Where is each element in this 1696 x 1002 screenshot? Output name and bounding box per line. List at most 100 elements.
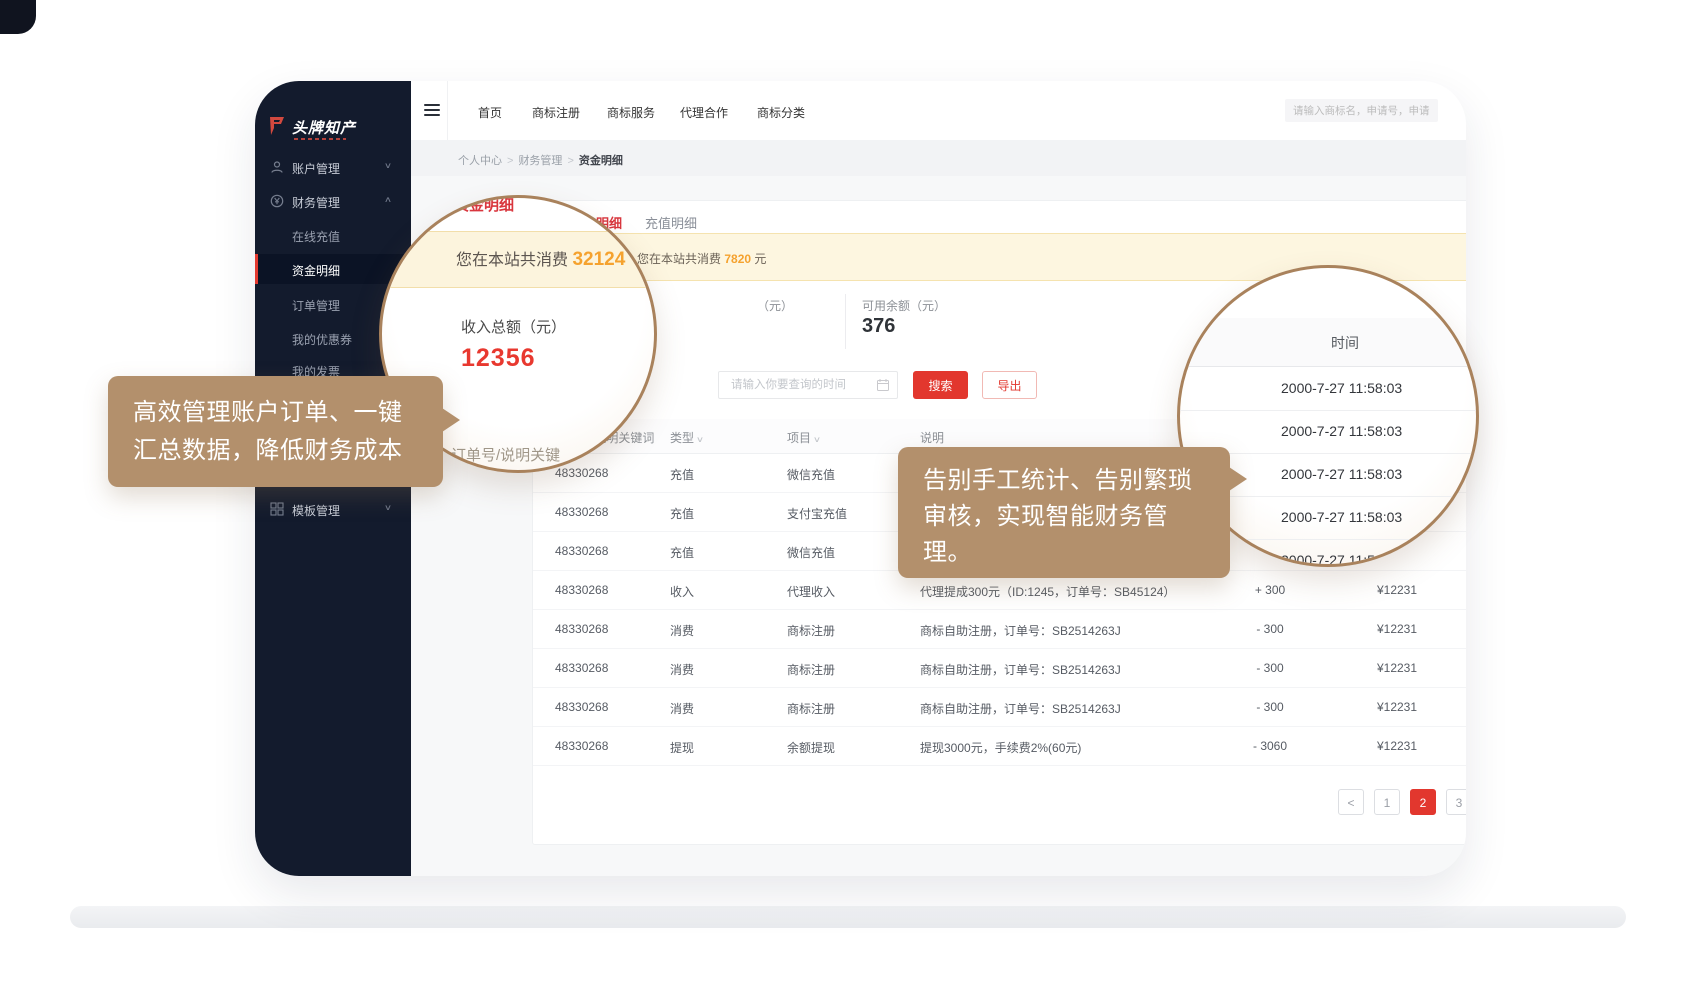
menu-icon[interactable] — [424, 104, 440, 117]
magnified-time-value: 2000-7-27 11:58:03 — [1281, 466, 1402, 482]
cell-project: 余额提现 — [787, 739, 835, 756]
callout-right-line: 审核，实现智能财务管 — [923, 496, 1168, 531]
cell-amount: - 3060 — [1230, 739, 1310, 753]
pagination-prev-button[interactable]: < — [1338, 789, 1364, 815]
row-separator — [1180, 410, 1479, 411]
magnified-time-value: 2000-7-27 11:58:03 — [1281, 423, 1402, 439]
brand-flag-icon — [268, 116, 286, 136]
col-type-header[interactable]: 类型∨ — [670, 429, 703, 446]
cell-balance: ¥12231 — [1357, 622, 1437, 636]
tab-recharge-detail[interactable]: 充值明细 — [645, 213, 697, 232]
cell-desc: 商标自助注册，订单号：SB2514263J — [920, 622, 1121, 639]
sidebar-item-模板管理[interactable]: 模板管理 ∨ — [255, 494, 411, 524]
col-project-header[interactable]: 项目∨ — [787, 429, 820, 446]
cell-order: 48330268 — [555, 544, 608, 558]
cell-order: 48330268 — [555, 583, 608, 597]
balance-value: 376 — [862, 315, 895, 338]
magnified-time-value: 2000-7-27 11:58:03 — [1281, 509, 1402, 525]
finance-icon — [270, 194, 284, 208]
nav-link-3[interactable]: 代理合作 — [680, 104, 728, 121]
cell-type: 充值 — [670, 544, 694, 561]
search-button[interactable]: 搜索 — [913, 371, 968, 399]
callout-right: 告别手工统计、告别繁琐 审核，实现智能财务管 理。 — [898, 447, 1230, 578]
cell-type: 充值 — [670, 505, 694, 522]
cell-type: 充值 — [670, 466, 694, 483]
cell-amount: - 300 — [1230, 661, 1310, 675]
callout-right-line: 告别手工统计、告别繁琐 — [923, 460, 1193, 495]
sidebar-item-财务管理[interactable]: 财务管理∧ — [255, 186, 411, 216]
consumption-banner-text: 您在本站共消费 7820 元 — [637, 250, 766, 267]
cell-order: 48330268 — [555, 466, 608, 480]
pagination-page-1[interactable]: 1 — [1374, 789, 1400, 815]
cell-project: 商标注册 — [787, 700, 835, 717]
breadcrumb: 个人中心>财务管理>资金明细 — [458, 152, 623, 168]
cell-project: 代理收入 — [787, 583, 835, 600]
consumption-amount: 7820 — [724, 252, 751, 266]
cell-balance: ¥12231 — [1357, 700, 1437, 714]
pagination-page-2[interactable]: 2 — [1410, 789, 1436, 815]
cell-balance: ¥12231 — [1357, 661, 1437, 675]
callout-right-pointer — [1229, 467, 1247, 491]
laptop-base — [70, 906, 1626, 928]
cell-order: 48330268 — [555, 661, 608, 675]
top-navigation: 首页 商标注册 商标服务 代理合作 商标分类 — [411, 81, 1466, 141]
export-button[interactable]: 导出 — [982, 371, 1037, 399]
callout-left-pointer — [442, 408, 460, 432]
callout-left-line: 高效管理账户订单、一键 — [133, 392, 403, 427]
cell-type: 消费 — [670, 622, 694, 639]
cell-order: 48330268 — [555, 505, 608, 519]
sidebar-item-label: 模板管理 — [292, 502, 340, 519]
cell-order: 48330268 — [555, 739, 608, 753]
logo: 头牌知产 — [268, 114, 398, 140]
cell-project: 支付宝充值 — [787, 505, 847, 522]
cell-type: 消费 — [670, 661, 694, 678]
nav-link-2[interactable]: 商标服务 — [607, 104, 655, 121]
nav-link-4[interactable]: 商标分类 — [757, 104, 805, 121]
sidebar-item-label: 订单管理 — [292, 297, 340, 314]
income-value: 12356 — [461, 344, 536, 373]
sidebar-item-label: 账户管理 — [292, 160, 340, 177]
nav-link-1[interactable]: 商标注册 — [532, 104, 580, 121]
breadcrumb-item[interactable]: 个人中心 — [458, 155, 502, 167]
cell-type: 消费 — [670, 700, 694, 717]
cell-desc: 提现3000元，手续费2%(60元) — [920, 739, 1081, 756]
trademark-search-input[interactable] — [1285, 99, 1438, 122]
magnified-time-value: 2000-7-27 11:58:03 — [1281, 380, 1402, 396]
cell-desc: 代理提成300元（ID:1245，订单号：SB45124） — [920, 583, 1175, 600]
chevron-down-icon: ∨ — [384, 503, 392, 512]
magnified-time-header-strip — [1180, 318, 1479, 367]
table-row: 48330268 消费 商标注册 商标自助注册，订单号：SB2514263J - 300… — [533, 648, 1466, 688]
magnified-banner-text: 您在本站共消费 32124 — [456, 246, 625, 271]
breadcrumb-current: 资金明细 — [579, 155, 623, 167]
user-icon — [270, 160, 284, 174]
breadcrumb-bar: 个人中心>财务管理>资金明细 — [411, 140, 1466, 177]
calendar-icon[interactable] — [877, 379, 889, 391]
logo-subtext — [294, 138, 346, 140]
cell-project: 商标注册 — [787, 661, 835, 678]
table-row: 48330268 提现 余额提现 提现3000元，手续费2%(60元) - 3060 ¥1… — [533, 726, 1466, 766]
magnified-order-col-header: 订单号/说明关键 — [451, 444, 560, 465]
cell-balance: ¥12231 — [1357, 739, 1437, 753]
cell-project: 微信充值 — [787, 544, 835, 561]
cell-desc: 商标自助注册，订单号：SB2514263J — [920, 661, 1121, 678]
sidebar-item-label: 我的优惠券 — [292, 331, 352, 348]
cell-order: 48330268 — [555, 622, 608, 636]
template-icon — [270, 502, 284, 516]
screenshot-stage: 头牌知产 账户管理∨财务管理∧在线充值资金明细订单管理我的优惠券我的发票模板管理… — [0, 0, 1696, 1002]
callout-right-line: 理。 — [923, 532, 972, 567]
sidebar-item-label: 财务管理 — [292, 194, 340, 211]
cell-desc: 商标自助注册，订单号：SB2514263J — [920, 700, 1121, 717]
nav-link-0[interactable]: 首页 — [478, 104, 502, 121]
income-label: 收入总额（元） — [461, 316, 566, 337]
breadcrumb-item[interactable]: 财务管理 — [518, 155, 562, 167]
sidebar-item-账户管理[interactable]: 账户管理∨ — [255, 152, 411, 182]
stat-divider — [845, 294, 846, 349]
expense-unit-label: （元） — [757, 297, 793, 314]
callout-left: 高效管理账户订单、一键 汇总数据，降低财务成本 — [108, 376, 443, 487]
cell-type: 提现 — [670, 739, 694, 756]
callout-left-line: 汇总数据，降低财务成本 — [133, 430, 403, 465]
pagination-page-3[interactable]: 3 — [1446, 789, 1466, 815]
sort-caret-icon: ∨ — [696, 435, 704, 444]
magnified-consumption-amount: 32124 — [572, 249, 625, 270]
date-query-input[interactable] — [718, 371, 898, 399]
